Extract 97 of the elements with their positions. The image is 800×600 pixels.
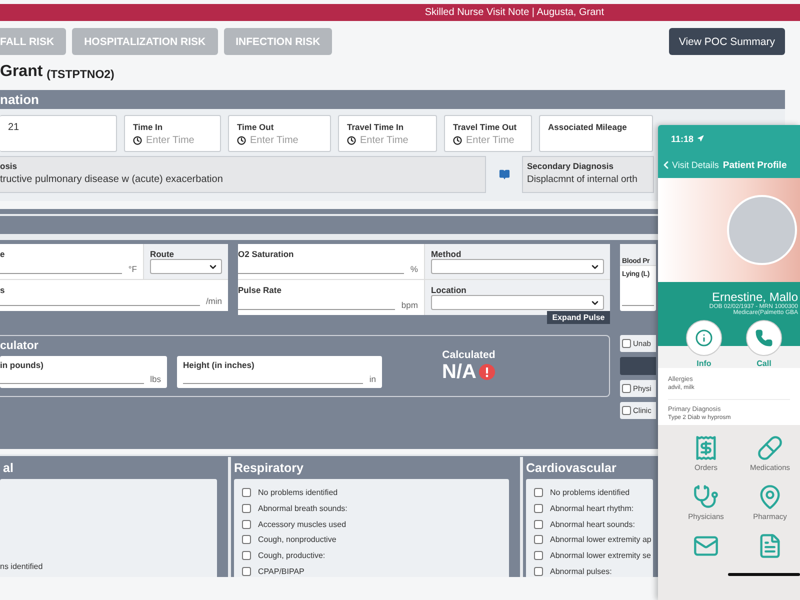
panel-title: Respiratory (233, 460, 304, 477)
back-link[interactable]: Visit Details (660, 159, 719, 171)
field-value: tructive pulmonary disease w (acute) exacerbation (0, 174, 224, 185)
field-label: Travel Time In (347, 122, 405, 132)
unit-label: °F (128, 264, 137, 274)
clock-icon (237, 136, 246, 145)
note-title: Skilled Nurse Visit Note | Augusta, Grant (424, 7, 604, 18)
field-label: in pounds) (0, 360, 44, 370)
patient-name: Ernestine, Mallo (712, 290, 798, 304)
patient-code: (TSTPTNO2) (46, 69, 114, 81)
field-label: e (0, 249, 6, 259)
clock-icon (453, 136, 462, 145)
checkbox[interactable] (622, 406, 631, 415)
calculated-label: Calculated (442, 348, 496, 360)
panel-title: culator (0, 340, 40, 352)
checkbox-label: Abnormal breath sounds: (258, 504, 348, 513)
field-label: Height (in inches) (183, 360, 256, 370)
field-label: Pulse Rate (238, 285, 282, 295)
status-time: 11:18 (671, 134, 694, 144)
bmi-result: N/A (442, 360, 476, 384)
checkbox[interactable] (242, 567, 251, 576)
field-value: 21 (8, 122, 20, 133)
field-label: s (0, 285, 6, 295)
field-label: Method (430, 249, 462, 259)
field-value: Displacmnt of internal orth (527, 174, 638, 185)
checkbox-label: Accessory muscles used (258, 520, 346, 529)
field-label: O2 Saturation (238, 249, 295, 259)
checkbox[interactable] (242, 535, 251, 544)
clock-icon (347, 136, 356, 145)
checkbox[interactable] (534, 535, 543, 544)
checkbox[interactable] (534, 504, 543, 513)
stethoscope-icon (693, 484, 719, 510)
clock-icon (133, 136, 142, 145)
info-icon (695, 329, 713, 347)
checkbox-label: ns identified (0, 562, 43, 571)
diagnosis-field[interactable]: Secondary Diagnosis Displacmnt of internal orth (522, 156, 654, 193)
form-field[interactable]: Travel Time In Enter Time (338, 115, 437, 152)
book-icon[interactable] (498, 169, 510, 180)
checkbox[interactable] (534, 551, 543, 560)
time-input[interactable]: Enter Time (347, 135, 428, 146)
field-label: Associated Mileage (548, 122, 628, 132)
location-select[interactable] (430, 295, 604, 310)
checkbox[interactable] (242, 551, 251, 560)
checkbox[interactable] (242, 504, 251, 513)
checkbox-label: Cough, nonproductive (258, 535, 336, 544)
checkbox[interactable] (622, 384, 631, 393)
diagnosis-field[interactable]: osis tructive pulmonary disease w (acute) exacerbation (0, 156, 486, 193)
pill-icon (757, 435, 783, 461)
unit-label: % (410, 264, 418, 274)
field-label: Time Out (237, 122, 275, 132)
form-field[interactable]: Time In Enter Time (124, 115, 221, 152)
checkbox-label: CPAP/BIPAP (258, 567, 304, 576)
field-label: Location (430, 285, 468, 295)
form-field[interactable]: 21 (0, 115, 117, 152)
unit-label: bpm (401, 300, 418, 310)
checkbox-label: Abnormal pulses: (550, 567, 612, 576)
phone-icon (755, 329, 773, 347)
checkbox[interactable] (622, 339, 631, 348)
time-input[interactable]: Enter Time (453, 135, 523, 146)
unit-label: lbs (150, 374, 161, 384)
patient-name: Grant (0, 63, 43, 81)
field-label: Route (150, 249, 176, 259)
method-select[interactable] (430, 259, 604, 274)
unit-label: in (369, 374, 376, 384)
checkbox[interactable] (534, 488, 543, 497)
checkbox-label: Abnormal lower extremity ap (550, 535, 652, 544)
time-input[interactable]: Enter Time (133, 135, 212, 146)
field-label: Time In (133, 122, 164, 132)
checkbox[interactable] (242, 488, 251, 497)
checkbox-label: Abnormal heart sounds: (550, 520, 635, 529)
form-field[interactable]: Travel Time Out Enter Time (444, 115, 532, 152)
field-label: Travel Time Out (453, 122, 518, 132)
route-select[interactable] (150, 259, 222, 274)
checkbox[interactable] (534, 520, 543, 529)
screen-title: Patient Profile (722, 160, 787, 170)
checkbox-label: Abnormal heart rhythm: (550, 504, 634, 513)
location-arrow-icon (696, 135, 704, 142)
panel-title: al (2, 460, 14, 477)
dark-bar (620, 357, 656, 375)
checkbox[interactable] (242, 520, 251, 529)
section-header: nation (0, 90, 785, 109)
home-indicator (728, 573, 800, 576)
checkbox-label: Abnormal lower extremity se (550, 551, 651, 560)
expand-pulse-button[interactable]: Expand Pulse (547, 311, 610, 324)
view-poc-summary-button[interactable]: View POC Summary (668, 28, 785, 55)
unit-label: /min (206, 296, 222, 306)
checkbox-label: No problems identified (550, 488, 630, 497)
checkbox-label: No problems identified (258, 488, 338, 497)
checkbox-label: Cough, productive: (258, 551, 326, 560)
field-label: osis (0, 161, 18, 171)
time-input[interactable]: Enter Time (237, 135, 322, 146)
checkbox[interactable] (534, 567, 543, 576)
alert-icon (479, 364, 496, 380)
form-field[interactable]: Time Out Enter Time (228, 115, 331, 152)
form-field[interactable]: Associated Mileage (539, 115, 653, 152)
field-label: Secondary Diagnosis (527, 161, 614, 171)
panel-title: Cardiovascular (525, 460, 618, 477)
